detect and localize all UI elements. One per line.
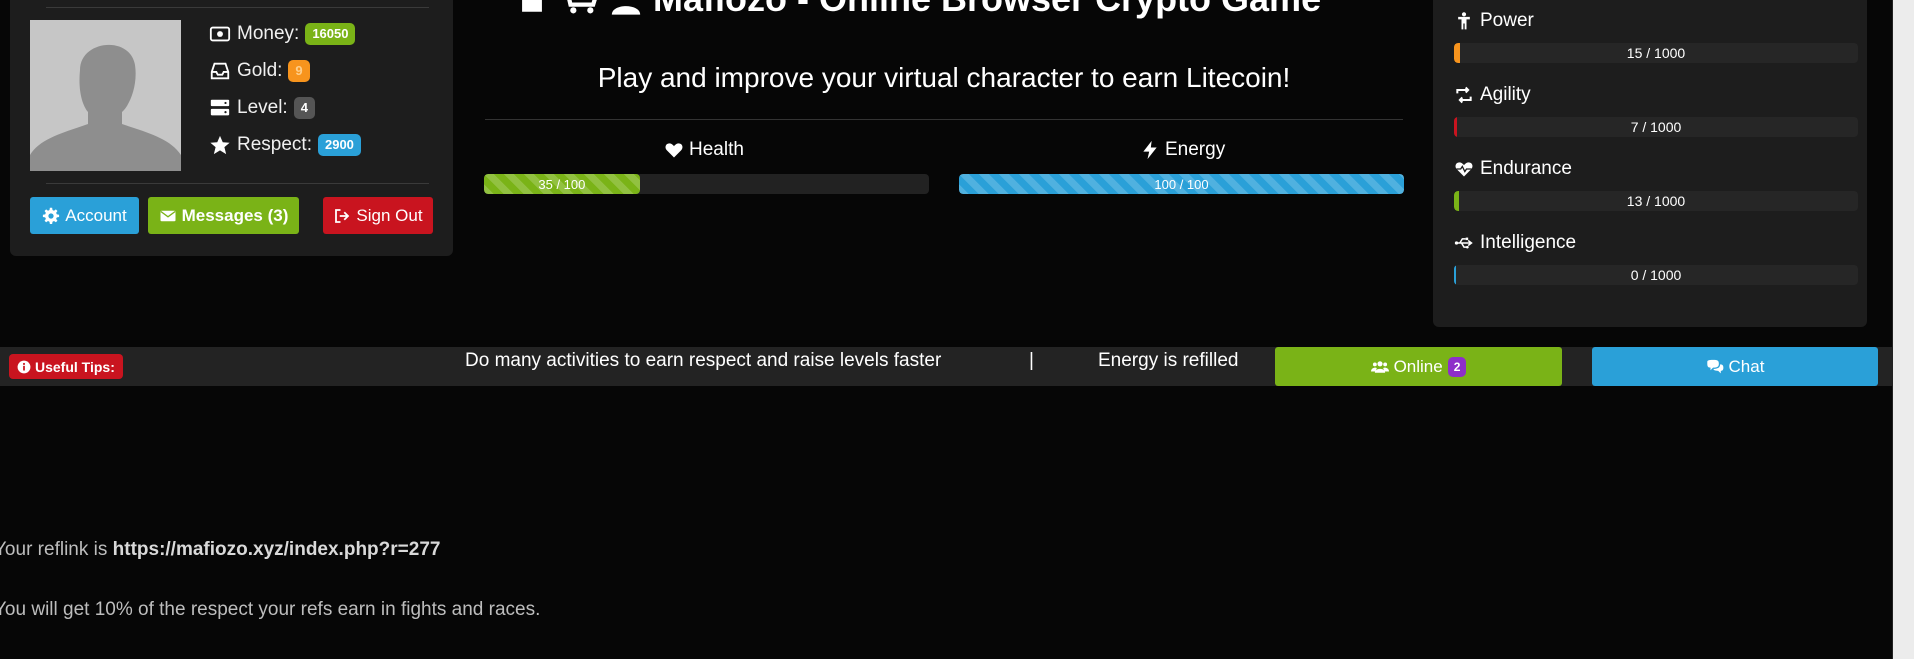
attr-power-value: 15 / 1000: [1626, 45, 1686, 61]
user-icon: [611, 6, 641, 15]
attr-intelligence-value: 0 / 1000: [1630, 267, 1682, 283]
gold-badge: 9: [288, 60, 310, 82]
tagline: Play and improve your virtual character …: [597, 62, 1291, 93]
health-bar: 35 / 100: [484, 174, 929, 194]
attr-power-text: Power: [1480, 10, 1534, 31]
bolt-icon: [1143, 140, 1157, 160]
retweet-icon: [1456, 86, 1472, 104]
sign-out-icon: [335, 208, 350, 223]
title-text: Mafiozo - Online Browser Crypto Game: [653, 0, 1321, 20]
energy-label-text: Energy: [1165, 139, 1226, 160]
sign-out-button[interactable]: Sign Out: [323, 197, 433, 234]
level-label: Level:: [237, 97, 288, 118]
page-title: Mafiozo - Online Browser Crypto Game: [515, 0, 1321, 20]
reflink-text: Your reflink is https://mafiozo.xyz/inde…: [0, 539, 440, 561]
cart-icon: [567, 0, 597, 14]
health-value: 35 / 100: [538, 176, 586, 192]
tip-separator: |: [1029, 350, 1034, 371]
comments-icon: [1706, 359, 1723, 373]
attr-power-label: Power: [1454, 10, 1534, 32]
chat-label: Chat: [1728, 356, 1765, 376]
avatar: [30, 20, 181, 171]
tips-badge: Useful Tips:: [9, 354, 123, 379]
attr-intelligence-text: Intelligence: [1480, 232, 1577, 253]
respect-stat: Respect: 2900: [209, 131, 361, 159]
attr-intelligence-bar: 0 / 1000: [1454, 265, 1858, 285]
attr-endurance-label: Endurance: [1454, 158, 1572, 180]
level-badge: 4: [293, 97, 315, 119]
reflink-prefix: Your reflink is: [0, 539, 113, 560]
gold-label: Gold:: [237, 60, 283, 81]
attr-agility-label: Agility: [1454, 84, 1531, 106]
energy-label: Energy: [1140, 139, 1225, 161]
sign-out-label: Sign Out: [356, 205, 423, 225]
health-label-text: Health: [689, 139, 744, 160]
attr-power-bar: 15 / 1000: [1454, 43, 1858, 63]
heart-icon: [665, 143, 683, 158]
messages-label: Messages (3): [181, 205, 289, 225]
attr-endurance-value: 13 / 1000: [1626, 193, 1686, 209]
divider: [46, 7, 429, 8]
power-icon: [1458, 12, 1470, 30]
account-button[interactable]: Account: [30, 197, 139, 234]
money-icon: [209, 26, 231, 42]
attr-endurance-bar: 13 / 1000: [1454, 191, 1858, 211]
energy-bar: 100 / 100: [959, 174, 1404, 194]
avatar-placeholder-icon: [30, 20, 181, 171]
reflink-url[interactable]: https://mafiozo.xyz/index.php?r=277: [113, 539, 441, 560]
divider: [485, 119, 1403, 120]
tips-bar: Useful Tips: Do many activities to earn …: [0, 347, 1892, 386]
profile-panel: Money: 16050 Gold: 9 Level: 4 Respect: 2…: [10, 0, 453, 256]
energy-value: 100 / 100: [1154, 176, 1209, 192]
users-icon: [1370, 360, 1389, 373]
online-button[interactable]: Online 2: [1275, 347, 1562, 386]
home-icon: [522, 0, 542, 12]
money-label: Money:: [237, 23, 300, 44]
inbox-icon: [210, 62, 230, 80]
health-label: Health: [664, 139, 744, 161]
health-bar-fill: 35 / 100: [484, 174, 640, 194]
attr-agility-value: 7 / 1000: [1630, 119, 1682, 135]
star-icon: [210, 135, 230, 155]
attr-endurance-text: Endurance: [1480, 158, 1572, 179]
online-count-badge: 2: [1447, 356, 1467, 377]
usb-icon: [1454, 237, 1473, 249]
envelope-icon: [160, 210, 176, 221]
respect-badge: 2900: [317, 134, 361, 156]
attr-agility-text: Agility: [1480, 84, 1531, 105]
heartbeat-icon: [1455, 162, 1473, 177]
online-label: Online: [1393, 356, 1443, 376]
money-stat: Money: 16050: [209, 20, 356, 48]
chat-button[interactable]: Chat: [1592, 347, 1878, 386]
level-stat: Level: 4: [209, 94, 315, 122]
tips-badge-label: Useful Tips:: [35, 358, 115, 375]
respect-label: Respect:: [237, 134, 312, 155]
info-icon: [17, 360, 31, 373]
page: Money: 16050 Gold: 9 Level: 4 Respect: 2…: [0, 0, 1914, 659]
attr-intelligence-label: Intelligence: [1454, 232, 1576, 254]
divider: [46, 183, 429, 184]
referral-note: You will get 10% of the respect your ref…: [0, 599, 541, 620]
gold-stat: Gold: 9: [209, 57, 310, 85]
messages-button[interactable]: Messages (3): [148, 197, 299, 234]
attr-agility-bar: 7 / 1000: [1454, 117, 1858, 137]
tip-text: Energy is refilled: [1098, 350, 1239, 371]
attributes-panel: Power 15 / 1000 Agility 7 / 1000 Enduran…: [1433, 0, 1867, 327]
money-badge: 16050: [305, 23, 356, 45]
tip-text: Do many activities to earn respect and r…: [465, 350, 942, 371]
gear-icon: [43, 207, 60, 224]
account-label: Account: [65, 205, 127, 225]
scrollbar[interactable]: [1892, 0, 1914, 659]
server-icon: [210, 99, 230, 116]
energy-bar-fill: 100 / 100: [959, 174, 1404, 194]
scrollbar-edge: [1892, 0, 1893, 659]
